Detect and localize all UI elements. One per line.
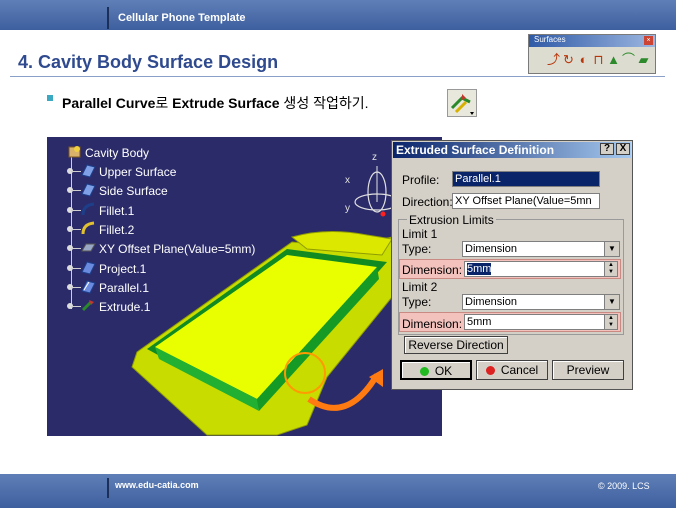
limit1-dimension-field[interactable]: 5mm ▲ ▼ <box>464 261 618 277</box>
chevron-down-icon[interactable]: ▼ <box>604 242 619 256</box>
help-button[interactable]: ? <box>600 143 614 155</box>
compass-y-label: y <box>345 203 350 214</box>
tree-root[interactable]: Cavity Body <box>53 144 263 160</box>
direction-field[interactable]: XY Offset Plane(Value=5mn <box>452 193 600 209</box>
tree-item[interactable]: Fillet.2 <box>53 221 263 237</box>
cylinder-icon[interactable]: ⊓ <box>592 51 605 68</box>
limit2-title: Limit 2 <box>402 280 438 294</box>
tree-item-label: Parallel.1 <box>99 281 150 295</box>
plane-icon <box>81 240 96 255</box>
extrusion-limits-title: Extrusion Limits <box>407 213 496 227</box>
limit1-title: Limit 1 <box>402 227 438 241</box>
tree-item[interactable]: Upper Surface <box>53 163 263 179</box>
limit1-type-value: Dimension <box>465 243 517 255</box>
surfaces-toolbar-title: Surfaces <box>534 35 566 44</box>
footer-bar: www.edu-catia.com © 2009. LCS <box>0 474 676 508</box>
surfaces-toolbar: Surfaces × ⤴ ↻ ◐ ⊓ ▲ ⌒ ▰ <box>528 34 656 74</box>
tree-item-label: Upper Surface <box>99 165 177 179</box>
sweep-icon[interactable]: ⌒ <box>622 51 635 68</box>
sphere-icon[interactable]: ◐ <box>577 51 590 68</box>
compass-z-label: z <box>372 152 377 163</box>
offset-icon[interactable]: ▲ <box>607 51 620 68</box>
close-button[interactable]: X <box>616 143 630 155</box>
limit2-type-label: Type: <box>402 295 432 309</box>
tree-item-label: Fillet.1 <box>99 204 135 218</box>
limit2-type-select[interactable]: Dimension ▼ <box>462 294 620 310</box>
extrude-command-icon[interactable] <box>447 89 477 117</box>
spinner-icon[interactable]: ▲ ▼ <box>604 262 617 276</box>
tree-item-label: Project.1 <box>99 262 147 276</box>
body-icon <box>67 144 82 159</box>
chevron-down-icon[interactable]: ▼ <box>604 295 619 309</box>
limit2-dim-label: Dimension: <box>402 317 463 331</box>
surface-icon <box>81 182 96 197</box>
extrude-icon <box>81 298 96 313</box>
tree-item[interactable]: XY Offset Plane(Value=5mm) <box>53 240 263 256</box>
footer-copyright: © 2009. LCS <box>598 481 650 491</box>
limit1-type-select[interactable]: Dimension ▼ <box>462 241 620 257</box>
fillet-icon <box>81 202 96 217</box>
direction-label: Direction: <box>402 195 453 209</box>
subtitle-part-4: 생성 작업하기. <box>279 95 369 111</box>
template-title: Cellular Phone Template <box>118 12 246 24</box>
header-divider <box>107 7 109 29</box>
limit1-type-label: Type: <box>402 242 432 256</box>
dialog-title: Extruded Surface Definition <box>396 143 555 157</box>
fill-icon[interactable]: ▰ <box>637 51 650 68</box>
compass-x-label: x <box>345 175 350 186</box>
limit1-dim-label: Dimension: <box>402 263 463 277</box>
toolbar-close-icon[interactable]: × <box>644 36 653 45</box>
revolve-icon[interactable]: ↻ <box>562 51 575 68</box>
dialog-titlebar[interactable]: Extruded Surface Definition <box>393 142 631 158</box>
preview-button[interactable]: Preview <box>552 360 624 380</box>
subtitle-part-3: Extrude Surface <box>172 95 280 111</box>
spinner-icon[interactable]: ▲ ▼ <box>604 315 617 329</box>
tree-item[interactable]: Fillet.1 <box>53 202 263 218</box>
cancel-button[interactable]: Cancel <box>476 360 548 380</box>
tree-item-label: Side Surface <box>99 184 168 198</box>
surfaces-toolbar-caption: Surfaces <box>529 35 655 47</box>
ok-icon <box>419 367 429 376</box>
tree-item[interactable]: Side Surface <box>53 182 263 198</box>
tree-item-label: XY Offset Plane(Value=5mm) <box>99 242 256 256</box>
limit1-dim-value: 5mm <box>467 263 492 275</box>
fillet-icon <box>81 221 96 236</box>
parallel-curve-icon <box>81 279 96 294</box>
title-underline <box>10 76 665 77</box>
project-icon <box>81 260 96 275</box>
reverse-direction-button[interactable]: Reverse Direction <box>404 336 508 354</box>
extruded-surface-dialog: Extruded Surface Definition ? X Profile:… <box>391 140 633 390</box>
cancel-icon <box>485 366 495 375</box>
tree-item[interactable]: Parallel.1 <box>53 279 263 295</box>
header-bar: Cellular Phone Template <box>0 0 676 30</box>
footer-url[interactable]: www.edu-catia.com <box>115 480 199 490</box>
tree-item-label: Extrude.1 <box>99 300 151 314</box>
bullet <box>47 95 53 101</box>
profile-field[interactable]: Parallel.1 <box>452 171 600 187</box>
surface-icon <box>81 163 96 178</box>
tree-item-label: Fillet.2 <box>99 223 135 237</box>
limit2-dim-value: 5mm <box>467 316 492 328</box>
profile-label: Profile: <box>402 173 440 187</box>
cancel-label: Cancel <box>500 363 539 377</box>
subtitle-part-1: Parallel Curve <box>62 95 156 111</box>
tree-item[interactable]: Extrude.1 <box>53 298 263 314</box>
ok-label: OK <box>434 364 453 378</box>
slide-subtitle: Parallel Curve로 Extrude Surface 생성 작업하기. <box>62 93 369 113</box>
extrude-icon[interactable]: ⤴ <box>547 51 560 68</box>
limit2-dimension-field[interactable]: 5mm ▲ ▼ <box>464 314 618 330</box>
ok-button[interactable]: OK <box>400 360 472 380</box>
catia-viewport[interactable]: x y z Cavity Body Upper Surface Side Sur… <box>47 137 442 436</box>
slide-title: 4. Cavity Body Surface Design <box>18 52 279 72</box>
tree-item[interactable]: Project.1 <box>53 260 263 276</box>
tree-root-label: Cavity Body <box>85 146 150 160</box>
subtitle-part-2: 로 <box>155 95 173 111</box>
limit2-type-value: Dimension <box>465 296 517 308</box>
footer-divider <box>107 478 109 498</box>
